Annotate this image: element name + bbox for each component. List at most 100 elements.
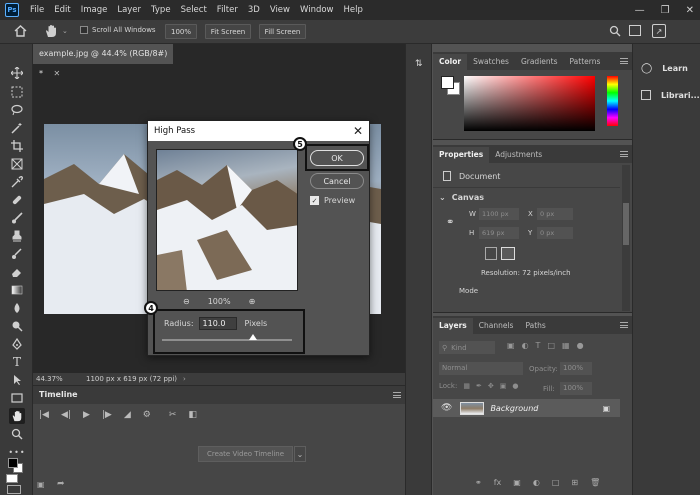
- layer-name[interactable]: Background: [490, 404, 538, 413]
- search-icon[interactable]: [609, 25, 621, 37]
- libraries-button[interactable]: Librari...: [641, 90, 700, 100]
- frame-tool-icon[interactable]: [9, 156, 25, 172]
- previous-frame-icon[interactable]: ◀|: [61, 410, 71, 420]
- hand-tool-icon[interactable]: [44, 24, 58, 38]
- home-icon[interactable]: [14, 25, 27, 37]
- hue-slider[interactable]: [607, 76, 618, 126]
- close-tab-icon[interactable]: ✕: [54, 69, 61, 78]
- tab-adjustments[interactable]: Adjustments: [489, 147, 548, 163]
- menu-filter[interactable]: Filter: [212, 0, 243, 20]
- menu-select[interactable]: Select: [176, 0, 212, 20]
- pen-tool-icon[interactable]: [9, 336, 25, 352]
- healing-brush-icon[interactable]: [9, 192, 25, 208]
- zoom-tool-icon[interactable]: [9, 426, 25, 442]
- split-scissors-icon[interactable]: ✂: [169, 410, 177, 420]
- settings-gear-icon[interactable]: ⚙: [143, 410, 151, 420]
- first-frame-icon[interactable]: |◀: [39, 410, 49, 420]
- audio-icon[interactable]: ◢: [124, 410, 131, 420]
- menu-3d[interactable]: 3D: [243, 0, 265, 20]
- lasso-tool-icon[interactable]: [9, 102, 25, 118]
- restore-icon[interactable]: ❐: [661, 5, 670, 16]
- layer-style-icon[interactable]: fx: [494, 478, 502, 487]
- y-field[interactable]: 0 px: [537, 227, 573, 239]
- history-brush-icon[interactable]: [9, 246, 25, 262]
- tab-properties[interactable]: Properties: [433, 147, 490, 163]
- blur-tool-icon[interactable]: [9, 300, 25, 316]
- preview-checkbox[interactable]: ✓ Preview: [310, 196, 355, 205]
- screen-mode-icon[interactable]: [7, 485, 21, 494]
- menu-window[interactable]: Window: [295, 0, 339, 20]
- zoom-in-icon[interactable]: ⊕: [249, 297, 256, 306]
- menu-edit[interactable]: Edit: [49, 0, 75, 20]
- fill-screen-button[interactable]: Fill Screen: [259, 24, 306, 39]
- tab-swatches[interactable]: Swatches: [467, 54, 515, 70]
- path-selection-icon[interactable]: [9, 372, 25, 388]
- hand-tool-active-icon[interactable]: [9, 408, 25, 424]
- magic-wand-icon[interactable]: [9, 120, 25, 136]
- convert-frames-icon[interactable]: ▣: [37, 480, 45, 489]
- document-tab[interactable]: example.jpg @ 44.4% (RGB/8#) * ✕: [33, 44, 173, 78]
- menu-image[interactable]: Image: [76, 0, 113, 20]
- learn-button[interactable]: ◯ Learn: [641, 63, 688, 74]
- next-frame-icon[interactable]: |▶: [102, 410, 112, 420]
- link-layers-icon[interactable]: ⚭: [475, 478, 482, 487]
- chevron-down-icon[interactable]: ⌄: [294, 446, 306, 462]
- eraser-icon[interactable]: [9, 264, 25, 280]
- brush-tool-icon[interactable]: [9, 210, 25, 226]
- foreground-color-swatch[interactable]: [441, 76, 454, 89]
- rectangle-tool-icon[interactable]: [9, 390, 25, 406]
- x-field[interactable]: 0 px: [537, 208, 573, 220]
- lock-pixels-icon[interactable]: ▦: [463, 382, 470, 390]
- link-icon[interactable]: ⚭: [446, 217, 454, 228]
- type-tool-icon[interactable]: T: [9, 354, 25, 370]
- pixel-filter-icon[interactable]: ▣: [507, 341, 515, 350]
- checkbox-checked-icon[interactable]: ✓: [310, 196, 319, 205]
- landscape-orientation-icon[interactable]: [501, 247, 515, 260]
- zoom-100-button[interactable]: 100%: [165, 24, 197, 39]
- height-field[interactable]: 619 px: [479, 227, 519, 239]
- adjustment-layer-icon[interactable]: ◐: [533, 478, 540, 487]
- checkbox-icon[interactable]: [80, 26, 88, 34]
- lock-paint-icon[interactable]: ✒: [476, 382, 482, 390]
- lock-all-icon[interactable]: ●: [512, 382, 518, 390]
- layer-filter-select[interactable]: ⚲ Kind: [439, 341, 495, 354]
- menu-type[interactable]: Type: [146, 0, 176, 20]
- crop-tool-icon[interactable]: [9, 138, 25, 154]
- status-zoom[interactable]: 44.37%: [36, 375, 76, 383]
- workspace-icon[interactable]: [629, 25, 641, 36]
- clone-stamp-icon[interactable]: [9, 228, 25, 244]
- layer-row-background[interactable]: 👁 Background ▣: [433, 399, 620, 417]
- fit-screen-button[interactable]: Fit Screen: [205, 24, 251, 39]
- shape-filter-icon[interactable]: □: [547, 341, 555, 350]
- tab-layers[interactable]: Layers: [433, 318, 473, 334]
- panel-menu-icon[interactable]: [620, 322, 628, 328]
- new-layer-icon[interactable]: ⊞: [571, 478, 578, 487]
- tab-channels[interactable]: Channels: [473, 318, 520, 334]
- smart-object-filter-icon[interactable]: ▦: [562, 341, 570, 350]
- history-icon[interactable]: ⇅: [415, 59, 423, 69]
- type-filter-icon[interactable]: T: [536, 341, 541, 350]
- delete-layer-icon[interactable]: 🗑: [590, 478, 600, 487]
- gradient-tool-icon[interactable]: [9, 282, 25, 298]
- dodge-tool-icon[interactable]: [9, 318, 25, 334]
- width-field[interactable]: 1100 px: [479, 208, 519, 220]
- visibility-eye-icon[interactable]: 👁: [441, 403, 452, 413]
- eyedropper-icon[interactable]: [9, 174, 25, 190]
- share-icon[interactable]: ↗: [652, 24, 666, 38]
- chevron-down-icon[interactable]: ⌄: [62, 27, 68, 35]
- menu-help[interactable]: Help: [339, 0, 368, 20]
- filter-toggle-icon[interactable]: ●: [577, 341, 584, 350]
- new-group-icon[interactable]: □: [552, 478, 560, 487]
- menu-file[interactable]: File: [25, 0, 49, 20]
- opacity-field[interactable]: 100%: [560, 362, 592, 375]
- properties-scrollbar[interactable]: [622, 165, 630, 311]
- marquee-tool-icon[interactable]: [9, 84, 25, 100]
- filter-preview-image[interactable]: [156, 149, 298, 291]
- menu-view[interactable]: View: [265, 0, 295, 20]
- chevron-right-icon[interactable]: ›: [183, 375, 186, 383]
- create-video-timeline-button[interactable]: Create Video Timeline: [198, 446, 293, 462]
- minimize-icon[interactable]: —: [635, 5, 645, 16]
- panel-menu-icon[interactable]: [620, 151, 628, 157]
- transition-icon[interactable]: ◧: [188, 410, 197, 420]
- tab-paths[interactable]: Paths: [519, 318, 551, 334]
